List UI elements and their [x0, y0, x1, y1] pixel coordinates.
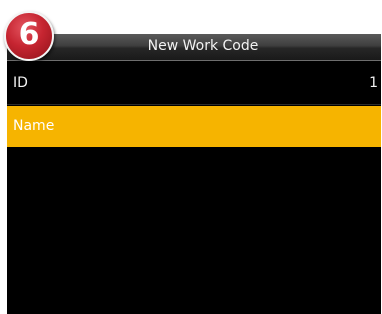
title-bar: New Work Code	[7, 34, 381, 61]
field-row-id[interactable]: ID 1	[7, 63, 381, 105]
field-row-name[interactable]: Name	[7, 106, 381, 147]
step-number-badge: 6	[4, 11, 54, 61]
field-label-name: Name	[13, 118, 55, 134]
field-label-id: ID	[13, 75, 28, 91]
step-number: 6	[18, 17, 40, 52]
screen-title: New Work Code	[147, 38, 259, 54]
field-value-id: 1	[369, 75, 378, 91]
device-screen: New Work Code ID 1 Name	[7, 34, 381, 314]
